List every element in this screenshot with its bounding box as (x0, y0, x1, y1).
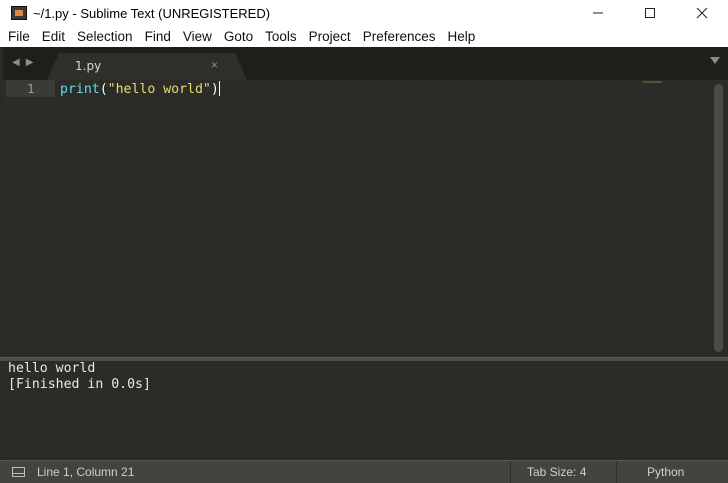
minimize-icon (593, 12, 603, 14)
line-number: 1 (27, 81, 35, 96)
line-gutter (6, 80, 56, 357)
menu-preferences[interactable]: Preferences (358, 29, 441, 44)
editor-scrollbar[interactable] (714, 84, 723, 352)
title-bar: ~/1.py - Sublime Text (UNREGISTERED) (0, 0, 728, 26)
status-divider (510, 461, 511, 483)
tab-size-selector[interactable]: Tab Size: 4 (527, 465, 586, 479)
minimap-viewport[interactable] (643, 81, 662, 83)
build-output-panel: hello world [Finished in 0.0s] (0, 361, 728, 460)
tab-next-icon[interactable]: ▶ (26, 57, 34, 68)
tab-label: 1.py (75, 59, 102, 73)
menu-project[interactable]: Project (304, 29, 356, 44)
window-title: ~/1.py - Sublime Text (UNREGISTERED) (33, 5, 271, 21)
maximize-icon (645, 8, 655, 18)
menu-file[interactable]: File (3, 29, 35, 44)
menu-selection[interactable]: Selection (72, 29, 138, 44)
tab-bar: ◀ ▶ 1.py × (0, 47, 728, 80)
code-string-token: "hello world" (107, 82, 211, 97)
status-bar: Line 1, Column 21 Tab Size: 4 Python (0, 460, 728, 483)
status-divider (616, 461, 617, 483)
cursor-position: Line 1, Column 21 (37, 465, 135, 479)
code-open-paren: ( (99, 82, 108, 97)
close-button[interactable] (676, 0, 728, 26)
tab-prev-icon[interactable]: ◀ (12, 57, 20, 68)
output-line: hello world (8, 361, 96, 376)
maximize-button[interactable] (624, 0, 676, 26)
output-line: [Finished in 0.0s] (8, 377, 151, 392)
text-cursor (218, 81, 220, 96)
code-function-token: print (60, 82, 100, 97)
tab-1-py[interactable]: 1.py × (47, 53, 247, 80)
code-close-paren: ) (210, 82, 219, 97)
tab-dropdown-icon[interactable] (710, 57, 720, 64)
close-icon (696, 7, 708, 19)
menu-bar: File Edit Selection Find View Goto Tools… (0, 26, 728, 47)
menu-goto[interactable]: Goto (219, 29, 258, 44)
menu-find[interactable]: Find (140, 29, 176, 44)
code-line[interactable]: print("hello world") (60, 81, 220, 97)
code-editor[interactable]: 1 print("hello world") (0, 80, 728, 357)
syntax-selector[interactable]: Python (647, 465, 684, 479)
tab-navigation: ◀ ▶ (12, 57, 33, 68)
menu-view[interactable]: View (178, 29, 217, 44)
tab-close-icon[interactable]: × (211, 58, 218, 72)
sublime-app-icon (11, 6, 27, 20)
menu-help[interactable]: Help (443, 29, 481, 44)
panel-toggle-icon[interactable] (12, 467, 25, 477)
minimize-button[interactable] (572, 0, 624, 26)
menu-tools[interactable]: Tools (260, 29, 302, 44)
menu-edit[interactable]: Edit (37, 29, 70, 44)
